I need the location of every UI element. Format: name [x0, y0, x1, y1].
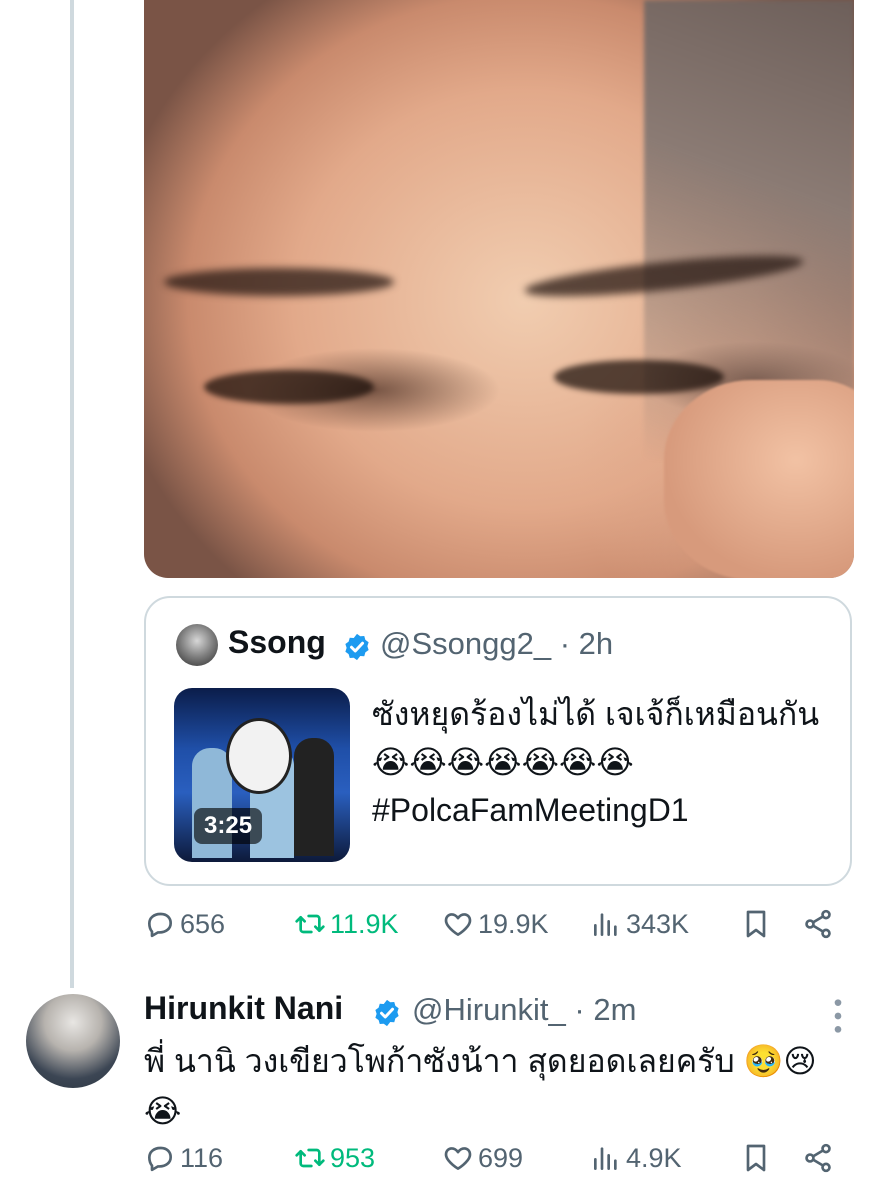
repost-count: 11.9K — [330, 908, 399, 939]
reply-count: 116 — [180, 1142, 224, 1173]
repost-icon — [295, 1148, 325, 1168]
repost-count: 953 — [330, 1142, 376, 1173]
quoted-handle-time[interactable]: @Ssongg2_ · 2h — [380, 626, 613, 662]
quoted-display-name[interactable]: Ssong — [228, 624, 326, 661]
views-count: 343K — [626, 908, 690, 939]
quoted-video-thumbnail[interactable]: 3:25 — [174, 688, 350, 862]
quoted-tweet-card[interactable]: Ssong @Ssongg2_ · 2h 3:25 ซังหยุดร้องไม่… — [144, 596, 852, 886]
reply-avatar[interactable] — [26, 994, 120, 1088]
media-brow-left — [164, 268, 394, 296]
like-count: 699 — [478, 1142, 524, 1173]
thumb-figure — [294, 738, 334, 856]
reply-button[interactable]: 116 — [144, 1142, 223, 1174]
bookmark-button[interactable] — [740, 908, 772, 940]
share-button[interactable] — [802, 908, 834, 940]
repost-button[interactable]: 11.9K — [294, 908, 399, 940]
reply-icon — [148, 912, 172, 938]
media-hand-shape — [664, 380, 854, 578]
verified-icon — [345, 633, 369, 661]
reply-count: 656 — [180, 908, 226, 939]
media-eye-right — [554, 360, 724, 394]
reply-text: พี่ นานิ วงเขียวโพก้าซังน้าา สุดยอดเลยคร… — [144, 1043, 817, 1129]
like-button[interactable]: 699 — [442, 1142, 523, 1174]
quoted-tweet-text: ซังหยุดร้องไม่ได้ เจเจ้ก็เหมือนกัน😭😭😭😭😭😭… — [372, 696, 820, 828]
thumb-mascot — [226, 718, 292, 794]
like-count: 19.9K — [478, 908, 549, 939]
views-icon — [594, 1147, 617, 1170]
bookmark-button[interactable] — [740, 1142, 772, 1174]
quoted-avatar[interactable] — [176, 624, 218, 666]
share-icon — [805, 909, 831, 939]
like-button[interactable]: 19.9K — [442, 908, 549, 940]
post-media-image[interactable] — [144, 0, 854, 578]
like-icon — [444, 1147, 472, 1170]
reply-action-bar: 116 953 699 4.9K — [144, 1142, 844, 1190]
verified-icon — [375, 999, 399, 1027]
views-count: 4.9K — [626, 1142, 682, 1173]
video-duration-badge: 3:25 — [194, 808, 263, 844]
views-button[interactable]: 343K — [590, 908, 689, 940]
views-button[interactable]: 4.9K — [590, 1142, 682, 1174]
bookmark-icon — [746, 910, 766, 938]
media-eye-left — [204, 370, 374, 404]
share-icon — [805, 1143, 831, 1173]
reply-handle-time[interactable]: @Hirunkit_ · 2m — [412, 992, 636, 1028]
reply-button[interactable]: 656 — [144, 908, 225, 940]
post-action-bar: 656 11.9K 19.9K 343K — [144, 908, 844, 956]
bookmark-icon — [746, 1144, 766, 1172]
reply-display-name[interactable]: Hirunkit Nani — [144, 990, 343, 1027]
views-icon — [594, 913, 617, 936]
share-button[interactable] — [802, 1142, 834, 1174]
more-icon[interactable] — [826, 996, 850, 1036]
reply-icon — [148, 1146, 172, 1172]
repost-button[interactable]: 953 — [294, 1142, 375, 1174]
like-icon — [444, 913, 472, 936]
thread-line — [70, 0, 74, 988]
repost-icon — [295, 914, 325, 934]
